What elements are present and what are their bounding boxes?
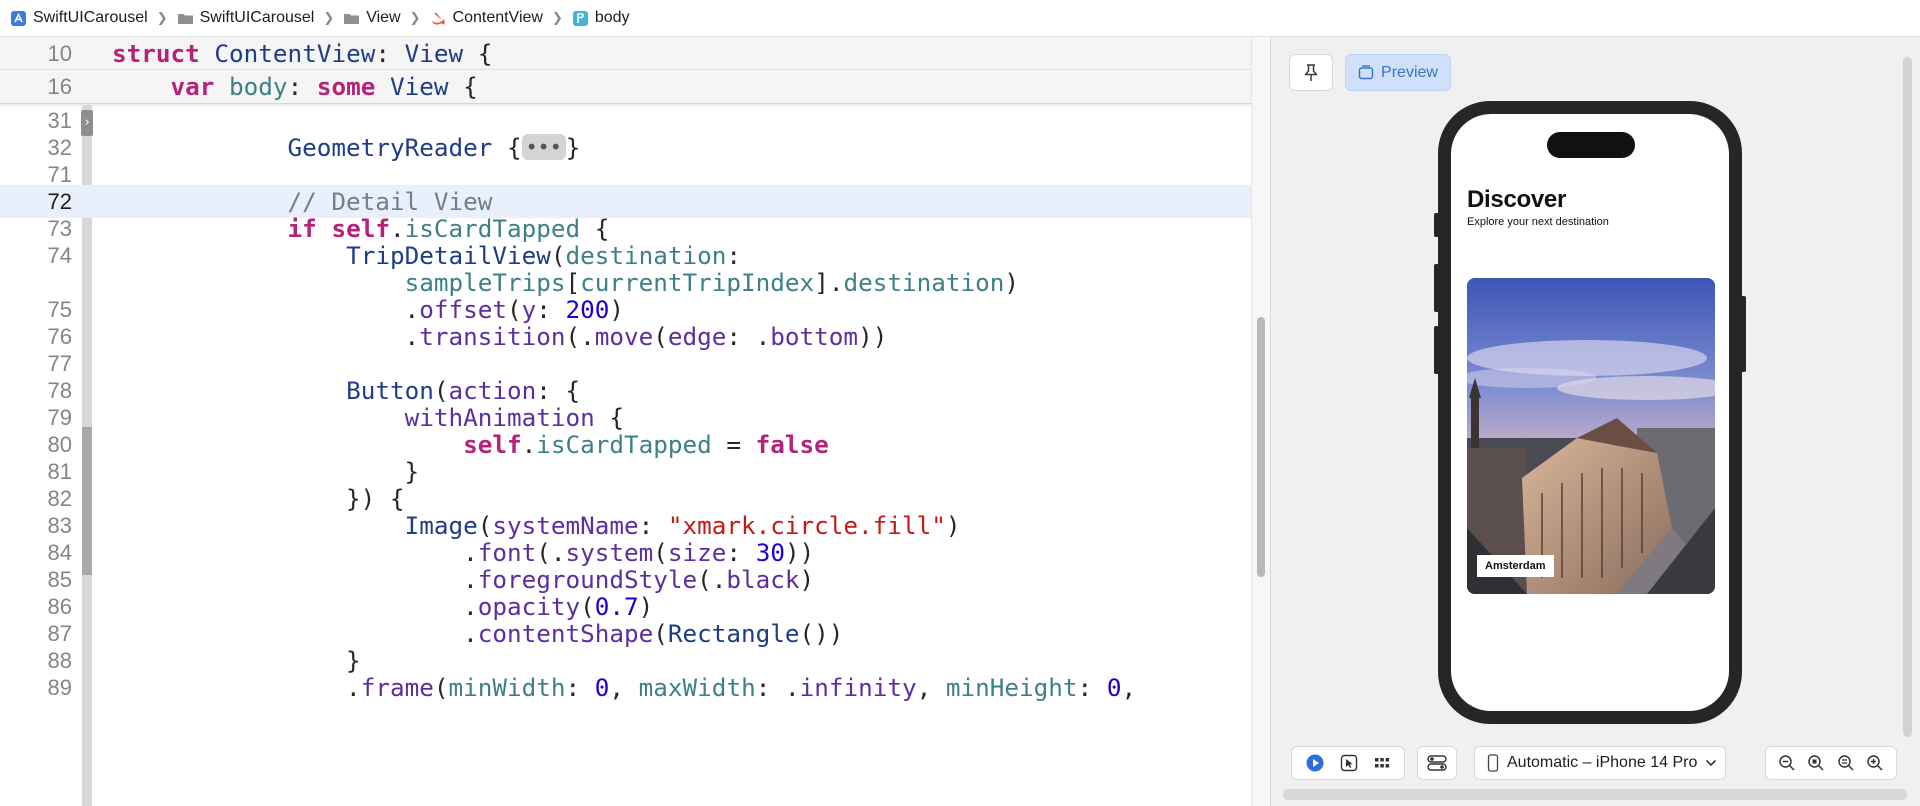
preview-mode-group xyxy=(1291,746,1405,780)
canvas-horizontal-scrollbar[interactable] xyxy=(1283,789,1907,800)
code-editor[interactable]: 10 struct ContentView: View { 16 var bod… xyxy=(0,37,1251,806)
breadcrumb-label: ContentView xyxy=(452,9,543,26)
breadcrumb-folder[interactable]: View xyxy=(343,9,401,27)
breadcrumb-project[interactable]: SwiftUICarousel xyxy=(10,9,148,27)
device-selector[interactable]: Automatic – iPhone 14 Pro xyxy=(1474,746,1726,780)
code-line-row[interactable]: 89 .frame(minWidth: 0, maxWidth: .infini… xyxy=(0,671,1251,704)
code-line: var body: some View { xyxy=(170,72,478,101)
pin-preview-button[interactable] xyxy=(1289,54,1333,91)
device-settings-icon xyxy=(1427,755,1447,771)
code-line: struct ContentView: View { xyxy=(112,39,493,68)
breadcrumb-label: SwiftUICarousel xyxy=(33,9,148,26)
breadcrumb-file[interactable]: ContentView xyxy=(430,9,543,27)
preview-canvas: Preview Discover Explore your next desti… xyxy=(1270,37,1920,806)
chevron-right-icon: ❯ xyxy=(156,10,168,25)
screen-subtitle: Explore your next destination xyxy=(1467,216,1609,228)
chevron-down-icon xyxy=(1706,759,1717,767)
chevron-right-icon: ❯ xyxy=(409,10,421,25)
zoom-controls xyxy=(1765,746,1897,780)
editor-scroll-thumb[interactable] xyxy=(1257,317,1265,577)
breadcrumb-label: body xyxy=(594,9,630,26)
iphone-device-frame: Discover Explore your next destination A… xyxy=(1434,101,1746,724)
breadcrumb: SwiftUICarousel ❯ SwiftUICarousel ❯ View… xyxy=(0,0,1920,37)
editor-scrollbar[interactable] xyxy=(1251,37,1270,806)
iphone-icon xyxy=(1487,754,1499,772)
volume-down-button xyxy=(1434,326,1439,374)
folder-icon xyxy=(344,13,360,24)
line-number: 89 xyxy=(47,675,72,700)
phone-screen[interactable]: Discover Explore your next destination A… xyxy=(1451,114,1729,711)
destination-label: Amsterdam xyxy=(1477,555,1554,577)
unfold-chevron-icon[interactable]: › xyxy=(81,110,93,136)
zoom-out-icon[interactable] xyxy=(1778,754,1796,772)
breadcrumb-symbol[interactable]: body xyxy=(572,9,630,27)
live-preview-play-icon[interactable] xyxy=(1305,753,1325,773)
breadcrumb-group[interactable]: SwiftUICarousel xyxy=(177,9,315,27)
property-icon xyxy=(572,10,588,26)
amsterdam-photo xyxy=(1467,278,1715,594)
folded-code-ellipsis[interactable]: ••• xyxy=(521,134,566,160)
preview-mode-button[interactable]: Preview xyxy=(1345,54,1451,91)
canvas-vertical-scrollbar[interactable] xyxy=(1903,57,1912,737)
dynamic-island xyxy=(1547,132,1635,158)
sticky-scope-line[interactable]: 10 struct ContentView: View { xyxy=(0,37,1251,70)
line-number: 16 xyxy=(47,74,72,99)
chevron-right-icon: ❯ xyxy=(323,10,335,25)
pin-icon xyxy=(1304,63,1318,81)
app-project-icon xyxy=(11,10,26,26)
breadcrumb-label: View xyxy=(366,9,401,26)
device-selector-label: Automatic – iPhone 14 Pro xyxy=(1507,754,1698,771)
breadcrumb-label: SwiftUICarousel xyxy=(199,9,315,26)
variants-grid-icon[interactable] xyxy=(1373,754,1391,772)
destination-card[interactable]: Amsterdam xyxy=(1467,278,1715,594)
action-button xyxy=(1434,213,1439,237)
screen-title: Discover xyxy=(1467,186,1566,213)
power-button xyxy=(1741,296,1746,372)
sticky-scope-line[interactable]: 16 var body: some View { xyxy=(0,70,1251,104)
swift-file-icon xyxy=(431,12,445,25)
device-settings-button[interactable] xyxy=(1417,746,1457,780)
zoom-in-icon[interactable] xyxy=(1866,754,1884,772)
selectable-mode-icon[interactable] xyxy=(1340,754,1358,772)
zoom-actual-size-icon[interactable] xyxy=(1837,754,1855,772)
volume-up-button xyxy=(1434,264,1439,312)
folder-icon xyxy=(177,13,193,24)
code-text: .frame(minWidth: 0, maxWidth: .infinity,… xyxy=(112,673,1137,702)
line-number: 10 xyxy=(47,41,72,66)
preview-label: Preview xyxy=(1381,63,1438,81)
zoom-to-fit-icon[interactable] xyxy=(1807,754,1825,772)
chevron-right-icon: ❯ xyxy=(551,10,563,25)
preview-window-icon xyxy=(1358,65,1374,80)
